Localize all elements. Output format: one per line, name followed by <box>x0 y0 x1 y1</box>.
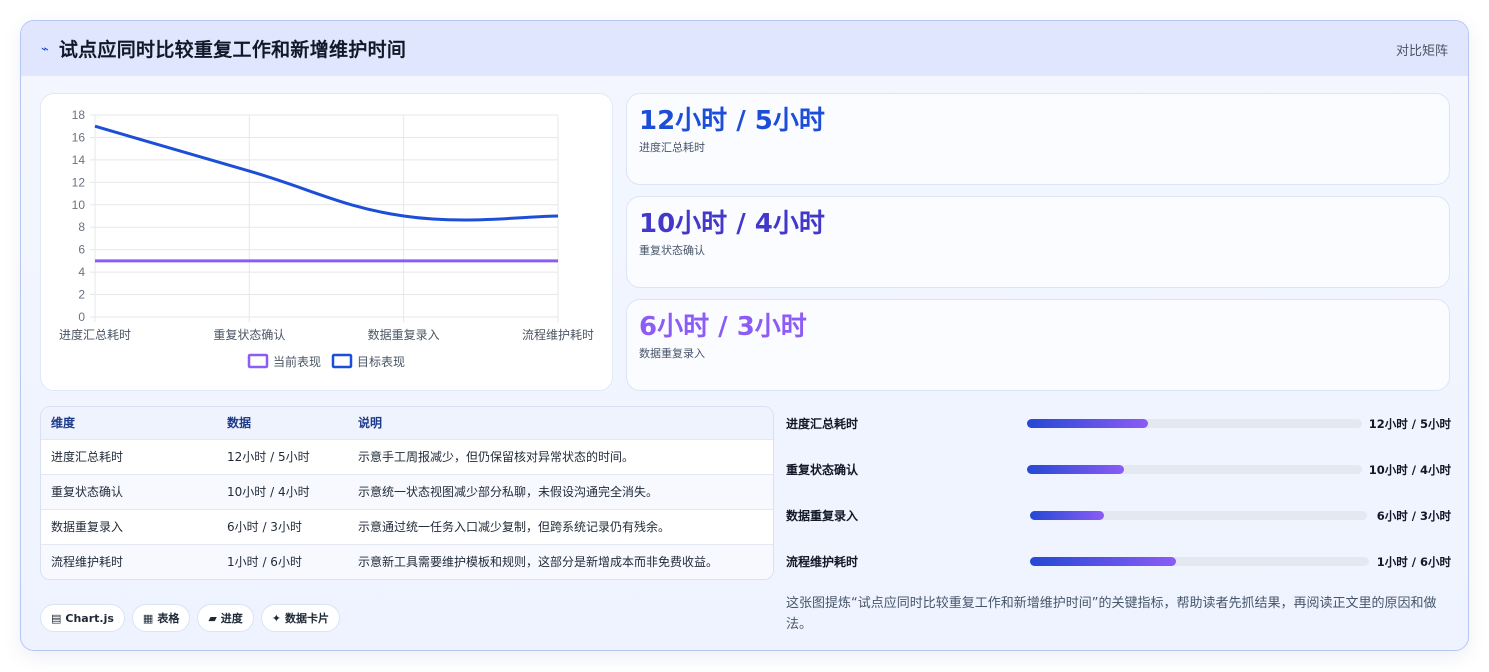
legend-swatch <box>247 353 269 369</box>
table-cell: 数据重复录入 <box>51 520 124 534</box>
stat-card-data-entry: 6小时 / 3小时 数据重复录入 <box>626 299 1450 391</box>
table-cell: 流程维护耗时 <box>51 555 124 569</box>
y-tick-label: 6 <box>78 243 85 257</box>
stat-label: 数据重复录入 <box>639 347 705 360</box>
progress-track <box>1027 465 1362 474</box>
y-tick-label: 10 <box>72 198 86 212</box>
line-chart: 0 2 4 6 8 10 12 14 16 18 进度汇总耗时 重复状态确认 数据重复录入 流程维护耗时当… <box>40 93 613 391</box>
column-header-dimension: 维度 <box>51 416 76 430</box>
data-table: 维度 数据 说明 进度汇总耗时 12小时 / 5小时 示意手工周报减少，但仍保留… <box>40 406 774 580</box>
tag-chartjs[interactable]: ▤ Chart.js <box>40 604 125 632</box>
tag-label: 表格 <box>157 612 180 625</box>
progress-value: 10小时 / 4小时 <box>1368 463 1451 477</box>
progress-row: 数据重复录入 6小时 / 3小时 <box>786 506 1451 526</box>
x-tick-label: 数据重复录入 <box>368 327 440 342</box>
progress-label: 数据重复录入 <box>786 509 859 523</box>
y-tick-label: 12 <box>72 175 86 189</box>
legend-label: 当前表现 <box>273 354 321 369</box>
progress-fill <box>1027 419 1148 428</box>
summary-note: 这张图提炼“试点应同时比较重复工作和新增维护时间”的关键指标，帮助读者先抓结果，… <box>786 596 1437 632</box>
progress-track <box>1030 511 1367 520</box>
tag-table[interactable]: ▦ 表格 <box>131 604 191 632</box>
column-header-data: 数据 <box>227 416 252 430</box>
table-row: 重复状态确认 10小时 / 4小时 示意统一状态视图减少部分私聊，未假设沟通完全… <box>41 475 773 510</box>
x-tick-label: 重复状态确认 <box>213 328 285 342</box>
table-cell: 10小时 / 4小时 <box>227 485 310 499</box>
tag-label: Chart.js <box>65 611 114 625</box>
tag-label: 数据卡片 <box>285 612 330 625</box>
component-tags: ▤ Chart.js ▦ 表格 ▰ 进度 ✦ 数据卡片 <box>40 604 341 632</box>
progress-value: 12小时 / 5小时 <box>1368 417 1451 431</box>
progress-value: 1小时 / 6小时 <box>1376 555 1451 569</box>
progress-row: 重复状态确认 10小时 / 4小时 <box>786 460 1451 480</box>
chart-canvas: 0 2 4 6 8 10 12 14 16 18 进度汇总耗时 重复状态确认 数据重复录入 流程维护耗时当… <box>59 108 594 369</box>
column-header-description: 说明 <box>358 416 383 430</box>
table-row: 进度汇总耗时 12小时 / 5小时 示意手工周报减少，但仍保留核对异常状态的时间… <box>41 440 773 475</box>
comparison-matrix-label: 对比矩阵 <box>1395 44 1448 59</box>
comparison-card: ⌁ 试点应同时比较重复工作和新增维护时间 对比矩阵 0 2 4 6 8 10 12 14 16 1… <box>20 20 1469 651</box>
table-cell: 进度汇总耗时 <box>51 450 124 464</box>
stat-card-status-confirm: 10小时 / 4小时 重复状态确认 <box>626 196 1450 288</box>
stat-label: 重复状态确认 <box>639 244 705 257</box>
progress-label: 流程维护耗时 <box>786 555 859 569</box>
y-tick-label: 2 <box>78 288 85 302</box>
y-tick-label: 4 <box>78 265 85 279</box>
table-cell: 示意通过统一任务入口减少复制，但跨系统记录仍有残余。 <box>358 520 671 534</box>
y-tick-label: 16 <box>72 130 86 144</box>
progress-value: 6小时 / 3小时 <box>1376 509 1451 523</box>
chart-icon: ▤ <box>51 611 62 625</box>
stat-label: 进度汇总耗时 <box>639 141 705 154</box>
y-tick-label: 14 <box>72 153 86 167</box>
table-icon: ▦ <box>142 611 154 625</box>
table-cell: 12小时 / 5小时 <box>227 450 310 464</box>
stat-value: 12小时 / 5小时 <box>639 106 825 136</box>
progress-label: 重复状态确认 <box>786 463 859 477</box>
table-cell: 示意手工周报减少，但仍保留核对异常状态的时间。 <box>358 450 635 464</box>
tag-data-card[interactable]: ✦ 数据卡片 <box>260 604 341 632</box>
progress-fill <box>1027 465 1125 474</box>
sparkle-icon: ✦ <box>271 611 282 625</box>
progress-row: 流程维护耗时 1小时 / 6小时 <box>786 552 1451 572</box>
stat-value: 10小时 / 4小时 <box>639 209 825 239</box>
table-cell: 示意新工具需要维护模板和规则，这部分是新增成本而非免费收益。 <box>358 555 719 569</box>
progress-track <box>1030 557 1369 566</box>
legend-swatch <box>331 353 353 369</box>
x-tick-label: 进度汇总耗时 <box>59 327 131 342</box>
table-header-row: 维度 数据 说明 <box>41 407 773 440</box>
x-tick-label: 流程维护耗时 <box>522 327 594 342</box>
y-tick-label: 18 <box>72 108 86 122</box>
progress-label: 进度汇总耗时 <box>786 417 859 431</box>
tag-label: 进度 <box>220 612 243 625</box>
sparkline-icon: ⌁ <box>41 42 49 57</box>
legend-label: 目标表现 <box>357 355 405 369</box>
table-cell: 6小时 / 3小时 <box>227 520 302 534</box>
progress-icon: ▰ <box>208 611 217 625</box>
table-cell: 1小时 / 6小时 <box>227 555 302 569</box>
progress-fill <box>1030 557 1176 566</box>
y-tick-label: 8 <box>78 220 85 234</box>
series-line <box>94 124 559 222</box>
progress-fill <box>1030 511 1105 520</box>
stat-card-progress-summary: 12小时 / 5小时 进度汇总耗时 <box>626 93 1450 185</box>
table-row: 流程维护耗时 1小时 / 6小时 示意新工具需要维护模板和规则，这部分是新增成本… <box>41 545 773 579</box>
progress-track <box>1027 419 1362 428</box>
tag-progress[interactable]: ▰ 进度 <box>197 604 254 632</box>
card-header: ⌁ 试点应同时比较重复工作和新增维护时间 对比矩阵 <box>21 21 1468 76</box>
card-title: 试点应同时比较重复工作和新增维护时间 <box>58 39 407 61</box>
y-tick-label: 0 <box>78 310 85 324</box>
table-cell: 示意统一状态视图减少部分私聊，未假设沟通完全消失。 <box>358 485 659 499</box>
table-cell: 重复状态确认 <box>51 485 124 499</box>
progress-row: 进度汇总耗时 12小时 / 5小时 <box>786 414 1451 434</box>
stat-value: 6小时 / 3小时 <box>639 312 807 342</box>
table-row: 数据重复录入 6小时 / 3小时 示意通过统一任务入口减少复制，但跨系统记录仍有… <box>41 510 773 545</box>
